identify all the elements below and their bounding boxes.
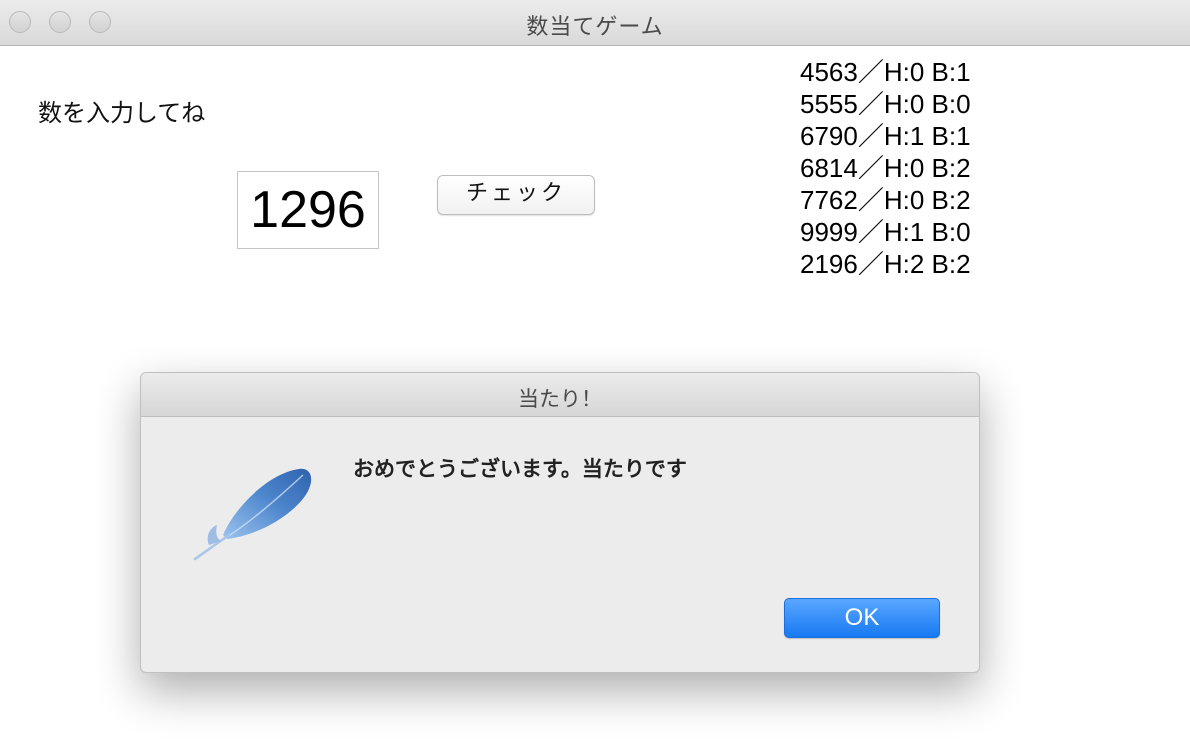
dialog-title: 当たり！ [518,387,602,411]
prompt-label: 数を入力してね [38,99,206,127]
dialog-title-bar[interactable]: 当たり！ [141,373,979,417]
result-dialog: 当たり！ おめでとうございます。当たりです OK [140,372,980,673]
check-button[interactable]: チェック [437,175,595,215]
history-item: 2196／H:2 B:2 [800,249,971,279]
history-item: 4563／H:0 B:1 [800,57,971,87]
history-item: 7762／H:0 B:2 [800,185,971,215]
app-window: 数当てゲーム 数を入力してね チェック 4563／H:0 B:1 5555／H:… [0,0,1190,750]
history-item: 5555／H:0 B:0 [800,89,971,119]
history-item: 6790／H:1 B:1 [800,121,971,151]
ok-button[interactable]: OK [784,598,940,638]
feather-icon [193,468,312,561]
history-item: 6814／H:0 B:2 [800,153,971,183]
title-bar[interactable]: 数当てゲーム [0,0,1190,46]
number-input[interactable] [237,171,379,249]
history-item: 9999／H:1 B:0 [800,217,971,247]
guess-history-list: 4563／H:0 B:1 5555／H:0 B:0 6790／H:1 B:1 6… [800,56,971,280]
window-title: 数当てゲーム [526,15,664,40]
dialog-message: おめでとうございます。当たりです [353,457,687,481]
